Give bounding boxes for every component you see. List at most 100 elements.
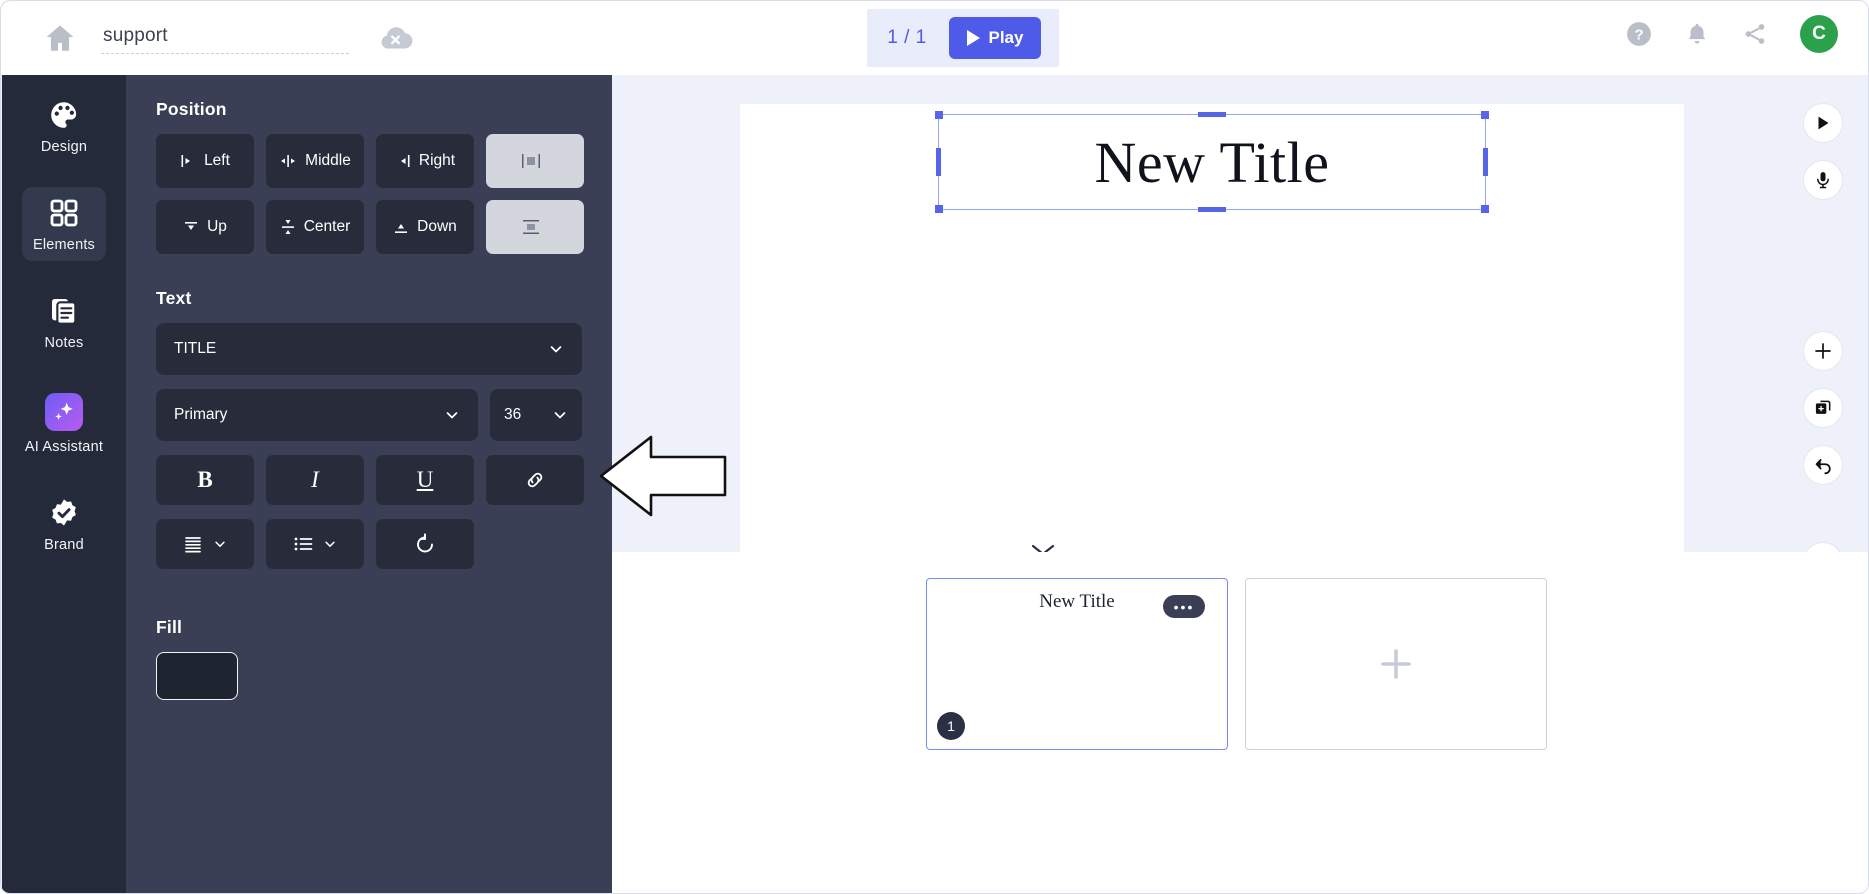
duplicate-slide-button[interactable] (1803, 388, 1843, 428)
canvas-right-toolbar (1803, 103, 1843, 599)
resize-handle-bottom[interactable] (1198, 207, 1226, 212)
italic-button[interactable]: I (266, 455, 364, 505)
selected-text-element[interactable]: New Title (935, 111, 1489, 213)
sidebar-item-label: Design (40, 139, 88, 155)
position-section-title: Position (156, 99, 227, 119)
bold-label: B (197, 467, 213, 492)
slide-number: 1 (947, 718, 955, 734)
bell-icon[interactable] (1684, 21, 1710, 47)
align-right-button[interactable]: Right (376, 134, 474, 188)
play-icon (966, 30, 980, 46)
slide-menu-button[interactable]: ••• (1163, 595, 1205, 618)
sidebar-item-label: Notes (44, 335, 84, 351)
resize-handle-bottom-left[interactable] (935, 205, 943, 213)
bold-button[interactable]: B (156, 455, 254, 505)
notes-icon (48, 295, 80, 327)
position-button-label: Left (204, 152, 230, 169)
fill-color-swatch[interactable] (156, 652, 238, 700)
top-right-actions: ? C (1626, 15, 1838, 53)
resize-handle-bottom-right[interactable] (1481, 205, 1489, 213)
position-button-label: Middle (305, 152, 351, 169)
chevron-down-icon (325, 541, 335, 547)
position-button-label: Down (417, 218, 457, 235)
reset-text-button[interactable] (376, 519, 474, 569)
font-size-value: 36 (504, 406, 522, 423)
microphone-icon (1817, 172, 1829, 189)
chevron-down-icon (446, 412, 458, 419)
avatar-initial: C (1812, 23, 1826, 44)
align-up-button[interactable]: Up (156, 200, 254, 254)
page-indicator: 1 / 1 (887, 27, 927, 48)
share-icon[interactable] (1742, 21, 1768, 47)
align-center-h-icon (281, 155, 296, 167)
align-middle-button[interactable]: Middle (266, 134, 364, 188)
preview-button[interactable] (1803, 103, 1843, 143)
plus-icon (1381, 649, 1411, 679)
distribute-horizontal-button[interactable] (486, 134, 584, 188)
deck-title-input[interactable] (101, 23, 349, 49)
align-down-button[interactable]: Down (376, 200, 474, 254)
italic-label: I (311, 467, 319, 492)
text-color-select[interactable]: Primary (156, 389, 478, 441)
palette-icon (48, 99, 80, 131)
slide-filmstrip: New Title ••• 1 (612, 552, 1868, 893)
resize-handle-right[interactable] (1483, 148, 1488, 176)
slide-title-text: New Title (1094, 129, 1330, 195)
sidebar-item-notes[interactable]: Notes (2, 271, 126, 369)
undo-button[interactable] (1803, 445, 1843, 485)
text-align-button[interactable] (156, 519, 254, 569)
sidebar-item-elements[interactable]: Elements (2, 173, 126, 271)
sidebar-item-design[interactable]: Design (2, 75, 126, 173)
sparkles-icon (45, 393, 83, 431)
sidebar-item-label: Elements (32, 237, 96, 253)
resize-handle-top-right[interactable] (1481, 111, 1489, 119)
top-bar: 1 / 1 Play ? (1, 1, 1868, 75)
reset-icon (417, 533, 433, 553)
left-nav-rail: Design Elements Notes AI Assistant Brand (2, 75, 126, 893)
sidebar-item-label: Brand (44, 537, 84, 553)
list-item[interactable]: New Title ••• 1 (926, 578, 1228, 750)
avatar[interactable]: C (1800, 15, 1838, 53)
slide-menu-label: ••• (1173, 598, 1195, 615)
bullet-list-icon (294, 537, 313, 551)
font-size-select[interactable]: 36 (490, 389, 582, 441)
distribute-h-icon (522, 154, 540, 168)
resize-handle-top[interactable] (1198, 112, 1226, 117)
record-button[interactable] (1803, 160, 1843, 200)
help-circle-icon[interactable]: ? (1626, 21, 1652, 47)
text-style-value: TITLE (174, 340, 217, 357)
align-left-button[interactable]: Left (156, 134, 254, 188)
text-layout-row (156, 519, 582, 569)
deck-title-field[interactable] (101, 23, 349, 55)
position-button-label: Center (303, 218, 351, 235)
underline-button[interactable]: U (376, 455, 474, 505)
align-center-v-button[interactable]: Center (266, 200, 364, 254)
position-button-label: Right (418, 152, 456, 169)
app-window: 1 / 1 Play ? (0, 0, 1869, 894)
bullet-list-button[interactable] (266, 519, 364, 569)
link-button[interactable] (486, 455, 584, 505)
properties-panel: Position Left Middle Right Up Center Dow… (126, 75, 612, 893)
canvas-stage: New Title New Title ••• 1 (612, 75, 1868, 893)
chevron-down-icon (550, 346, 562, 353)
sidebar-item-ai-assistant[interactable]: AI Assistant (2, 369, 126, 473)
grid-icon (48, 197, 80, 229)
svg-text:?: ? (1634, 26, 1643, 43)
position-button-label: Up (207, 218, 227, 235)
badge-check-icon (48, 497, 80, 529)
align-left-icon (181, 155, 191, 167)
cloud-offline-icon[interactable] (376, 23, 413, 51)
add-slide-button[interactable] (1803, 331, 1843, 371)
align-top-icon (185, 222, 198, 230)
sidebar-item-brand[interactable]: Brand (2, 473, 126, 571)
link-icon (527, 472, 543, 488)
text-align-icon (185, 537, 201, 553)
resize-handle-top-left[interactable] (935, 111, 943, 119)
add-slide-thumbnail[interactable] (1245, 578, 1547, 750)
play-button[interactable]: Play (949, 17, 1041, 59)
text-style-select[interactable]: TITLE (156, 323, 582, 375)
resize-handle-left[interactable] (936, 148, 941, 176)
home-icon[interactable] (43, 21, 77, 55)
playback-group: 1 / 1 Play (867, 9, 1059, 67)
distribute-vertical-button[interactable] (486, 200, 584, 254)
